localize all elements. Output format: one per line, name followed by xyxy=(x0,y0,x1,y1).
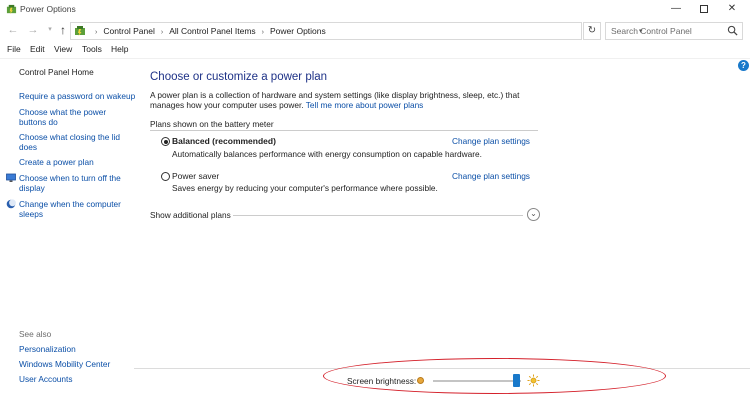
address-bar[interactable]: › Control Panel › All Control Panel Items › P… xyxy=(70,22,643,40)
search-input[interactable] xyxy=(611,25,721,37)
maximize-icon xyxy=(700,5,708,13)
search-box[interactable] xyxy=(605,22,743,40)
bright-sun-icon xyxy=(527,374,540,387)
sleep-moon-icon xyxy=(6,199,16,209)
menu-edit[interactable]: Edit xyxy=(30,44,45,54)
refresh-button[interactable]: ↻ xyxy=(583,22,601,40)
menu-divider xyxy=(0,58,750,59)
power-options-icon xyxy=(6,4,17,15)
breadcrumb: › Control Panel › All Control Panel Items › P… xyxy=(89,26,326,36)
control-panel-icon xyxy=(75,26,85,36)
menu-tools[interactable]: Tools xyxy=(82,44,102,54)
sidebar-turn-off-display[interactable]: Choose when to turn off the display xyxy=(19,173,129,193)
see-also-heading: See also xyxy=(19,329,52,339)
back-arrow-icon[interactable]: ← xyxy=(6,23,20,37)
dim-brightness-icon xyxy=(417,377,424,384)
maximize-button[interactable] xyxy=(690,0,718,19)
breadcrumb-control-panel[interactable]: Control Panel xyxy=(103,26,155,36)
window-title: Power Options xyxy=(20,4,76,14)
show-additional-plans[interactable]: Show additional plans xyxy=(150,210,231,220)
sidebar-closing-lid[interactable]: Choose what closing the lid does xyxy=(19,132,124,152)
plan-radio-power-saver[interactable] xyxy=(161,172,170,181)
brightness-slider-track[interactable] xyxy=(433,380,521,382)
sidebar-power-buttons[interactable]: Choose what the power buttons do xyxy=(19,107,119,127)
brightness-slider-thumb[interactable] xyxy=(513,374,521,387)
see-also-personalization[interactable]: Personalization xyxy=(19,344,76,354)
refresh-icon: ↻ xyxy=(587,25,597,36)
breadcrumb-separator-icon[interactable]: › xyxy=(262,29,264,36)
change-plan-settings-balanced[interactable]: Change plan settings xyxy=(452,136,530,146)
section-divider xyxy=(150,130,538,131)
menu-view[interactable]: View xyxy=(54,44,72,54)
screen-brightness-label: Screen brightness: xyxy=(347,376,417,386)
help-icon[interactable]: ? xyxy=(738,60,749,71)
plan-description-balanced: Automatically balances performance with … xyxy=(172,149,482,159)
forward-arrow-icon[interactable]: → xyxy=(26,23,40,37)
search-icon[interactable] xyxy=(727,25,738,36)
change-plan-settings-power-saver[interactable]: Change plan settings xyxy=(452,171,530,181)
show-more-divider xyxy=(233,215,523,216)
minimize-button[interactable]: — xyxy=(662,0,690,19)
up-arrow-icon[interactable]: ↑ xyxy=(56,23,70,37)
page-title: Choose or customize a power plan xyxy=(150,71,328,83)
plan-radio-balanced[interactable] xyxy=(161,137,170,146)
recent-locations-chevron-icon[interactable]: ▾ xyxy=(43,23,57,37)
menu-file[interactable]: File xyxy=(7,44,21,54)
sidebar-create-plan[interactable]: Create a power plan xyxy=(19,157,94,167)
section-heading: Plans shown on the battery meter xyxy=(150,119,274,129)
expand-chevron-icon[interactable]: ⌄ xyxy=(527,208,540,221)
plan-name-balanced[interactable]: Balanced (recommended) xyxy=(172,136,276,146)
breadcrumb-power-options[interactable]: Power Options xyxy=(270,26,326,36)
see-also-mobility-center[interactable]: Windows Mobility Center xyxy=(19,359,110,369)
title-bar: Power Options — ✕ xyxy=(0,0,750,19)
plan-name-power-saver[interactable]: Power saver xyxy=(172,171,219,181)
close-button[interactable]: ✕ xyxy=(718,0,746,19)
learn-more-link[interactable]: Tell me more about power plans xyxy=(306,100,424,110)
breadcrumb-separator-icon[interactable]: › xyxy=(161,29,163,36)
plan-description-power-saver: Saves energy by reducing your computer's… xyxy=(172,183,438,193)
see-also-user-accounts[interactable]: User Accounts xyxy=(19,374,73,384)
breadcrumb-all-items[interactable]: All Control Panel Items xyxy=(169,26,255,36)
sidebar-computer-sleeps[interactable]: Change when the computer sleeps xyxy=(19,199,129,219)
sidebar-control-panel-home[interactable]: Control Panel Home xyxy=(19,67,94,77)
menu-help[interactable]: Help xyxy=(111,44,128,54)
breadcrumb-separator-icon[interactable]: › xyxy=(95,29,97,36)
sidebar-require-password[interactable]: Require a password on wakeup xyxy=(19,91,135,101)
display-icon xyxy=(6,173,16,182)
navigation-bar: ← → ▾ ↑ › Control Panel › All Control Panel… xyxy=(0,21,750,41)
intro-paragraph: A power plan is a collection of hardware… xyxy=(150,90,550,110)
brightness-slider-fill xyxy=(433,380,517,382)
